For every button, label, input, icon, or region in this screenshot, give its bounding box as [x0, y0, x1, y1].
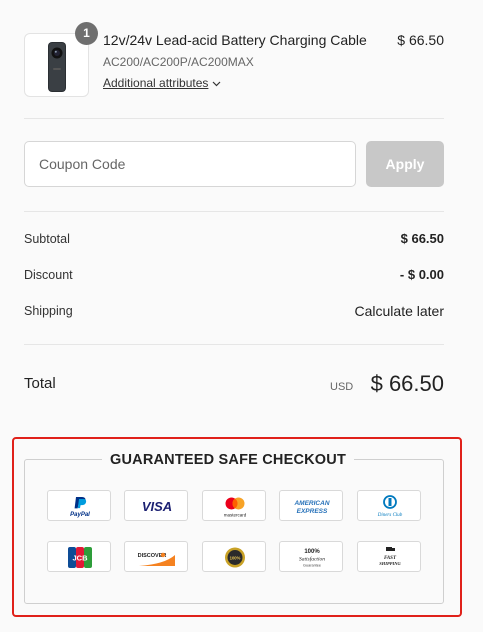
paypal-icon: PayPal: [70, 497, 90, 518]
amex-text-bottom: EXPRESS: [297, 508, 328, 515]
satisfaction-icon: 100% Satisfaction Guarantee: [299, 549, 325, 568]
guarantee-text: 100%: [230, 556, 241, 561]
shipping-label: Shipping: [24, 304, 73, 318]
product-price: $ 66.50: [397, 32, 444, 48]
diners-club-badge: Diners Club: [357, 490, 421, 521]
discover-badge: DISCOVER: [124, 541, 188, 572]
quantity-badge: 1: [75, 22, 98, 45]
paypal-badge: PayPal: [47, 490, 111, 521]
diners-club-icon: Diners Club: [377, 495, 403, 518]
chevron-down-icon: [212, 76, 221, 90]
truck-icon: FAST SHIPPING: [379, 547, 401, 566]
visa-text: VISA: [142, 499, 172, 514]
mastercard-icon: mastercard: [224, 497, 247, 518]
amex-text-top: AMERICAN: [293, 500, 329, 507]
fast-shipping-badge: FAST SHIPPING: [357, 541, 421, 572]
diners-text: Diners Club: [377, 513, 403, 518]
satisfaction-text-bottom: Guarantee: [303, 564, 321, 568]
shipping-value: Calculate later: [354, 303, 445, 319]
subtotal-label: Subtotal: [24, 232, 70, 246]
jcb-badge: JCB: [47, 541, 111, 572]
product-variant: AC200/AC200P/AC200MAX: [103, 55, 254, 69]
amex-badge: AMERICAN EXPRESS: [279, 490, 343, 521]
additional-attributes-link[interactable]: Additional attributes: [103, 76, 221, 90]
paypal-text: PayPal: [70, 512, 90, 518]
discount-value: - $ 0.00: [399, 267, 444, 282]
divider: [24, 118, 444, 119]
mastercard-badge: mastercard: [202, 490, 266, 521]
coupon-code-input[interactable]: [24, 141, 356, 187]
visa-badge: VISA: [124, 490, 188, 521]
guarantee-seal-badge: 100%: [202, 541, 266, 572]
jcb-text: JCB: [72, 554, 88, 563]
total-label: Total: [24, 375, 56, 392]
product-name: 12v/24v Lead-acid Battery Charging Cable: [103, 32, 367, 48]
divider: [24, 211, 444, 212]
satisfaction-badge: 100% Satisfaction Guarantee: [279, 541, 343, 572]
additional-attributes-label: Additional attributes: [103, 76, 209, 90]
discover-icon: DISCOVER: [138, 552, 175, 566]
american-express-icon: AMERICAN EXPRESS: [293, 500, 329, 515]
discount-row: Discount - $ 0.00: [24, 266, 444, 286]
satisfaction-text-top: 100%: [304, 549, 320, 555]
shipping-text-bottom: SHIPPING: [379, 561, 401, 566]
satisfaction-text-mid: Satisfaction: [299, 556, 325, 563]
total-amount: $ 66.50: [370, 371, 444, 396]
shipping-row: Shipping Calculate later: [24, 302, 444, 322]
guarantee-seal-icon: 100%: [225, 547, 245, 568]
subtotal-value: $ 66.50: [400, 231, 444, 246]
safe-checkout-box: [24, 459, 444, 604]
divider: [24, 344, 444, 345]
cart-line-item: 1 12v/24v Lead-acid Battery Charging Cab…: [24, 22, 444, 98]
jcb-icon: JCB: [68, 547, 92, 568]
apply-coupon-button[interactable]: Apply: [366, 141, 444, 187]
discount-label: Discount: [24, 268, 73, 282]
visa-icon: VISA: [142, 499, 172, 514]
total-currency: USD: [330, 381, 354, 393]
camera-product-image: [48, 42, 66, 92]
safe-checkout-title: GUARANTEED SAFE CHECKOUT: [102, 452, 354, 468]
mastercard-text: mastercard: [224, 513, 247, 518]
subtotal-row: Subtotal $ 66.50: [24, 230, 444, 250]
